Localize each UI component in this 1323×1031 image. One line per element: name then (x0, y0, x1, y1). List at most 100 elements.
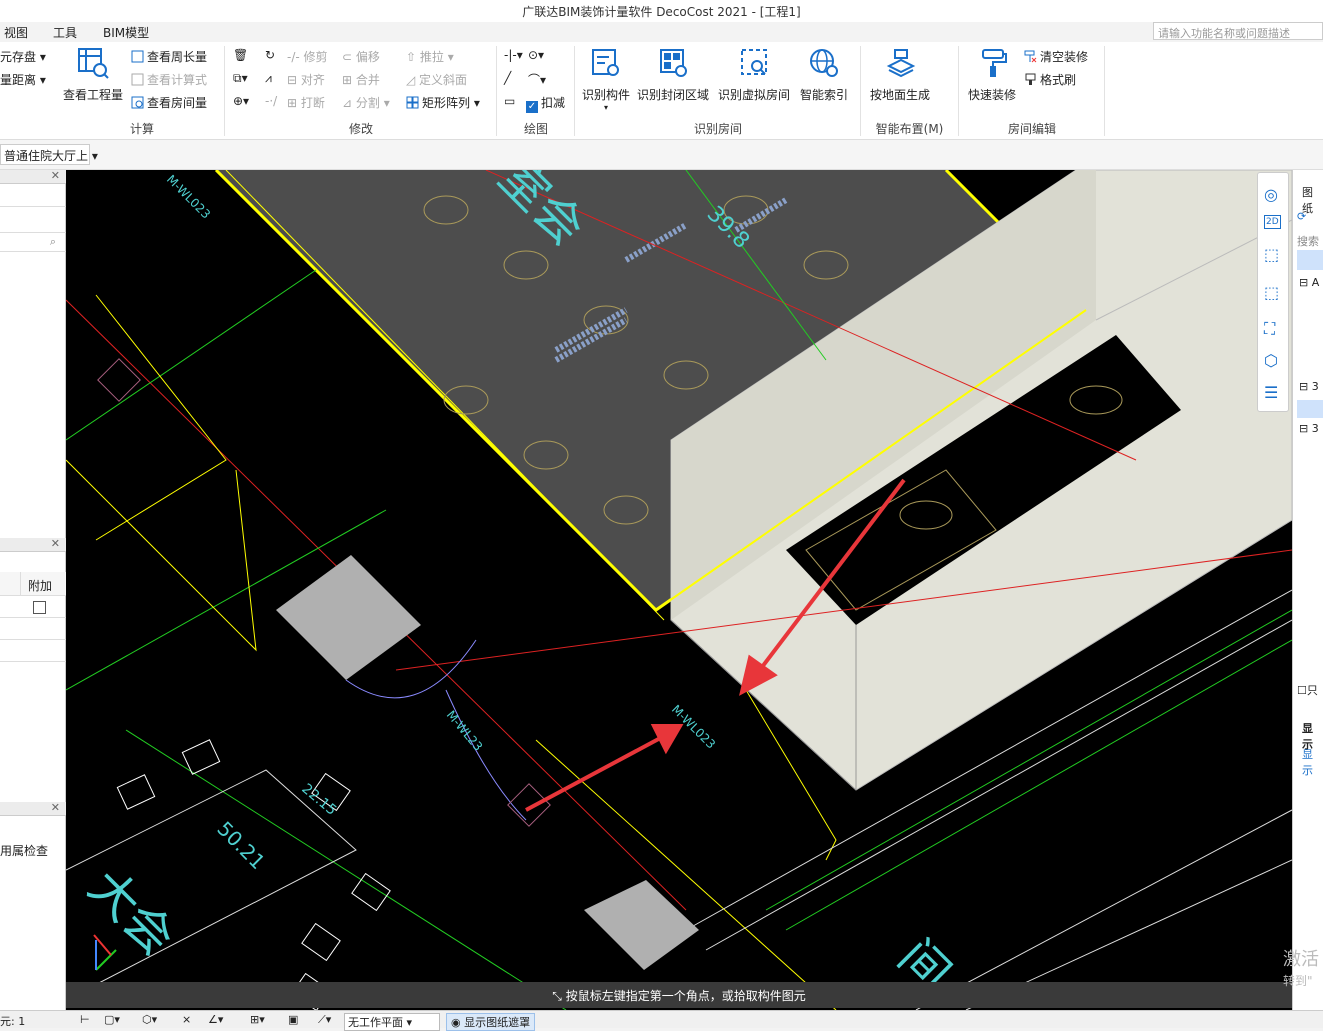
clear-decoration-button[interactable]: 清空装修 (1024, 48, 1088, 65)
offset-button[interactable]: ⊂ 偏移 (342, 48, 380, 65)
menu-bim-model[interactable]: BIM模型 (103, 24, 149, 41)
delete-icon[interactable]: 🗑 (233, 48, 248, 62)
align-button[interactable]: ⊟ 对齐 (287, 71, 325, 88)
snap-icon[interactable]: ⊢ (80, 1013, 90, 1026)
save-partial-button[interactable]: 元存盘 ▾ (0, 48, 46, 65)
attach-checkbox[interactable] (33, 601, 46, 614)
property-check-item[interactable]: 用属检查 (0, 842, 48, 859)
close-icon[interactable]: ✕ (51, 537, 60, 550)
view-quantity-button[interactable]: 查看工程量 (62, 46, 124, 103)
identify-closed-area-button[interactable]: 识别封闭区域 (636, 46, 710, 103)
ribbon-separator (496, 46, 497, 136)
activation-watermark: 激活 (1283, 949, 1319, 970)
room-quantity-icon (131, 96, 144, 109)
format-brush-button[interactable]: 格式刷 (1024, 71, 1076, 88)
point-draw-icon[interactable]: -|-▾ (504, 48, 523, 62)
rect-array-button[interactable]: 矩形阵列 ▾ (406, 94, 480, 111)
line-tool-icon[interactable]: ⟋▾ (318, 1013, 331, 1027)
bottom-status-bar: 元: 1 ⊢ ▢▾ ⬡▾ ⨯ ∠▾ ⊞▾ ▣ ⟋▾ 无工作平面 ▾ ◉ 显示图纸… (0, 1010, 1323, 1031)
tree-row-3[interactable]: ⊟ 3 (1299, 422, 1319, 435)
search-icon: ⌕ (49, 235, 56, 248)
window-title: 广联达BIM装饰计量软件 DecoCost 2021 - [工程1] (522, 5, 801, 19)
split-button[interactable]: ⊿ 分割 ▾ (342, 94, 390, 111)
ribbon-separator (1104, 46, 1105, 136)
ribbon-separator (224, 46, 225, 136)
format-brush-icon (1025, 73, 1036, 85)
stretch-icon[interactable]: -·/ (265, 94, 277, 108)
tree-row-a[interactable]: ⊟ A (1299, 276, 1319, 289)
cad-label-door: M-WL023 (164, 172, 213, 221)
selected-row[interactable] (1297, 250, 1323, 270)
ortho-icon[interactable]: ▢▾ (104, 1013, 120, 1026)
drawing-search[interactable]: 搜索 (1297, 233, 1319, 249)
conference-chairs (116, 739, 391, 1010)
selected-row[interactable] (1297, 400, 1323, 418)
menu-tools[interactable]: 工具 (53, 24, 77, 41)
only-show-checkbox[interactable]: ☐只 (1297, 682, 1318, 698)
display-tab[interactable]: 显示 (1302, 746, 1323, 778)
group-label-modify: 修改 (348, 122, 373, 136)
identify-list-icon (592, 49, 619, 76)
push-pull-button[interactable]: ⇧ 推拉 ▾ (406, 48, 454, 65)
deduct-checkbox[interactable]: ✓ 扣减 (526, 94, 565, 113)
capture-icon[interactable]: ▣ (288, 1013, 298, 1026)
quick-decoration-button[interactable]: 快速装修 (964, 46, 1020, 103)
ribbon-separator (574, 46, 575, 136)
globe-search-icon (810, 49, 838, 77)
coordinate-icon[interactable]: ⊞▾ (250, 1013, 265, 1026)
identify-virtual-room-button[interactable]: 识别虚拟房间 (717, 46, 791, 103)
left-search-field[interactable]: ⌕ (0, 232, 66, 252)
group-label-identify: 识别房间 (693, 122, 742, 136)
measure-distance-button[interactable]: 量距离 ▾ (0, 71, 46, 88)
cad-viewport[interactable]: M-WL023 M-WL023 M-WL23 22.15 39.8 50.21 … (66, 170, 1292, 1010)
angle-icon[interactable]: ∠▾ (208, 1013, 223, 1026)
close-icon[interactable]: ✕ (51, 801, 60, 814)
break-button[interactable]: ⊞ 打断 (287, 94, 325, 111)
move-icon[interactable]: ⊕▾ (233, 94, 249, 108)
line-draw-icon[interactable]: ╱ (504, 71, 511, 85)
virtual-room-icon (741, 49, 767, 75)
cad-room-text: 大会 (78, 859, 185, 966)
view-perimeter-button[interactable]: 查看周长量 (131, 48, 207, 65)
orbit-icon[interactable]: ◎ (1264, 185, 1278, 204)
3d-box-icon[interactable]: ⬡ (1264, 351, 1278, 370)
cross-icon[interactable]: ⨯ (182, 1013, 191, 1026)
rotate-icon[interactable]: ↻ (265, 48, 275, 62)
define-slope-button[interactable]: ◿ 定义斜面 (406, 71, 467, 88)
view-formula-button[interactable]: 查看计算式 (131, 71, 207, 88)
view-2d-icon[interactable]: 2D (1264, 215, 1281, 229)
group-label-room-edit: 房间编辑 (1007, 122, 1056, 136)
circle-draw-icon[interactable]: ⊙▾ (528, 48, 544, 62)
layer-settings-icon[interactable]: ☰ (1264, 383, 1278, 402)
cube-view-icon[interactable]: ⬚ (1264, 283, 1279, 302)
eye-icon: ◉ (451, 1016, 465, 1029)
closed-area-icon (660, 49, 687, 77)
column-lower (584, 880, 699, 970)
show-drawing-mask-button[interactable]: ◉ 显示图纸遮罩 (446, 1013, 536, 1031)
cube-view-icon[interactable]: ⬚ (1264, 245, 1279, 264)
tree-row-3[interactable]: ⊟ 3 (1299, 380, 1319, 393)
view-room-quantity-button[interactable]: 查看房间量 (131, 94, 207, 111)
clear-roller-icon (1024, 50, 1037, 63)
cad-drawing[interactable]: M-WL023 M-WL023 M-WL23 22.15 39.8 50.21 … (66, 170, 1292, 1010)
rect-draw-icon[interactable]: ▭ (504, 94, 515, 108)
refresh-icon[interactable]: ⟳ (1297, 210, 1306, 223)
zoom-extents-icon[interactable]: ⛶ (1264, 319, 1275, 339)
view-toolbar: ◎ 2D ⬚ ⬚ ⛶ ⬡ ☰ (1257, 172, 1289, 412)
mirror-icon[interactable]: ⩘ (265, 71, 272, 86)
identify-component-button[interactable]: 识别构件 ▾ (579, 46, 633, 112)
floor-select[interactable]: 普通住院大厅上 ▾ (0, 144, 98, 165)
selected-count: 元: 1 (0, 1015, 26, 1028)
smart-index-button[interactable]: 智能索引 (797, 46, 851, 103)
copy-icon[interactable]: ⧉▾ (233, 71, 248, 86)
3d-cube-icon[interactable]: ⬡▾ (142, 1013, 157, 1026)
generate-by-floor-button[interactable]: 按地面生成 (866, 46, 934, 103)
panel-header: ✕ (0, 169, 66, 184)
workplane-select[interactable]: 无工作平面 ▾ (344, 1013, 440, 1031)
trim-button[interactable]: -/- 修剪 (287, 48, 328, 65)
arc-draw-icon[interactable]: ⌒▾ (528, 71, 546, 88)
close-icon[interactable]: ✕ (51, 169, 60, 182)
menu-view[interactable]: 视图 (4, 24, 28, 41)
function-search-input[interactable]: 请输入功能名称或问题描述 (1153, 22, 1323, 40)
merge-button[interactable]: ⊞ 合并 (342, 71, 380, 88)
